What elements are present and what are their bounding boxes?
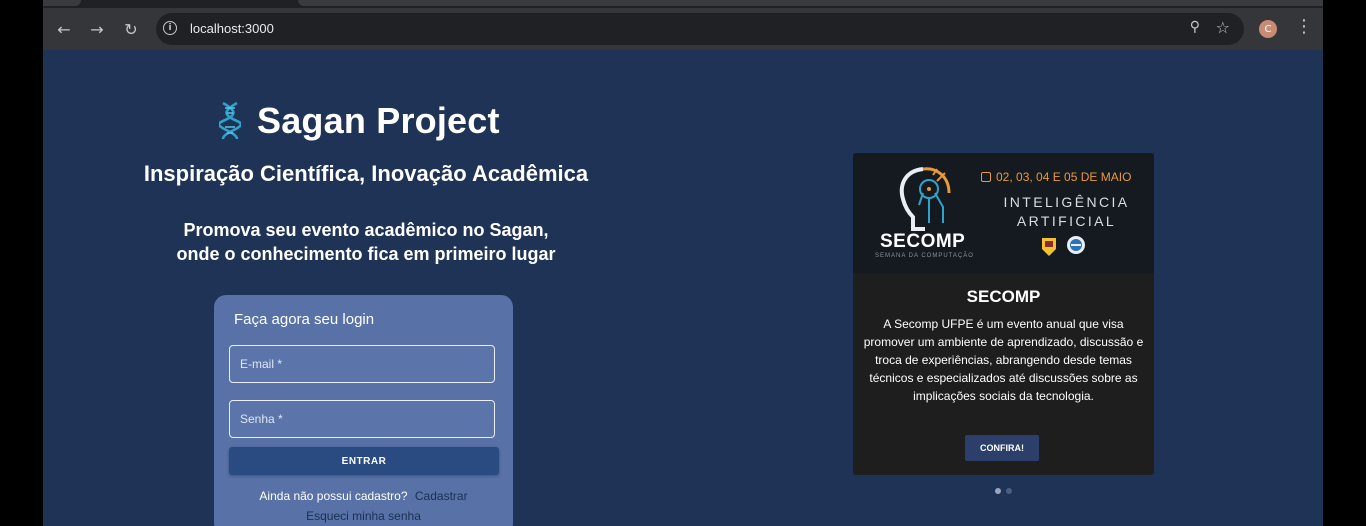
brand: Sagan Project: [219, 100, 500, 142]
confira-button[interactable]: CONFIRA!: [965, 435, 1039, 461]
banner-date: 02, 03, 04 E 05 DE MAIO: [981, 170, 1131, 184]
reload-icon[interactable]: ↻: [119, 17, 143, 41]
profile-avatar[interactable]: C: [1259, 20, 1277, 38]
forgot-password-link[interactable]: Esqueci minha senha: [214, 509, 513, 523]
zoom-icon[interactable]: ⚲: [1190, 19, 1200, 35]
ai-head-icon: [899, 167, 951, 231]
carousel-dot-active[interactable]: [995, 488, 1001, 494]
promo-line: onde o conhecimento fica em primeiro lug…: [176, 244, 556, 264]
university-seal-icon: [1042, 238, 1056, 256]
carousel-dot[interactable]: [1006, 488, 1012, 494]
org-badge-icon: [1067, 236, 1085, 254]
calendar-icon: [981, 172, 991, 182]
browser-window: ← → ↻ i localhost:3000 ⚲ ☆ C ⋮ Sagan Pro…: [43, 0, 1323, 526]
address-bar[interactable]: i localhost:3000 ⚲ ☆: [156, 13, 1244, 45]
banner-theme-line: INTELIGÊNCIA: [1003, 194, 1130, 210]
tab-edge: [43, 0, 81, 6]
tab-strip: [43, 0, 1323, 8]
tagline: Inspiração Científica, Inovação Acadêmic…: [143, 161, 589, 186]
login-title: Faça agora seu login: [234, 311, 375, 328]
bookmark-star-icon[interactable]: ☆: [1216, 18, 1230, 37]
url-text[interactable]: localhost:3000: [190, 21, 274, 36]
email-field[interactable]: [229, 345, 495, 383]
banner-subtitle: SEMANA DA COMPUTAÇÃO: [875, 253, 974, 259]
login-button[interactable]: ENTRAR: [229, 447, 499, 475]
signup-prompt: Ainda não possui cadastro?: [259, 489, 408, 503]
signup-link[interactable]: Cadastrar: [415, 489, 468, 503]
menu-dots-icon[interactable]: ⋮: [1295, 18, 1313, 36]
login-card: Faça agora seu login ENTRAR Ainda não po…: [214, 295, 513, 526]
banner-theme-line: ARTIFICIAL: [1016, 213, 1117, 229]
banner-theme: INTELIGÊNCIA ARTIFICIAL: [999, 193, 1134, 231]
back-arrow-icon[interactable]: ←: [52, 17, 76, 41]
dna-icon: [219, 101, 241, 140]
tab-edge: [298, 0, 1323, 6]
banner-brand: SECOMP: [880, 231, 966, 252]
password-field[interactable]: [229, 400, 495, 438]
brand-title: Sagan Project: [257, 100, 500, 141]
event-title: SECOMP: [966, 287, 1041, 306]
event-card: 02, 03, 04 E 05 DE MAIO INTELIGÊNCIA ART…: [853, 153, 1154, 475]
event-description: A Secomp UFPE é um evento anual que visa…: [863, 317, 1144, 403]
event-banner[interactable]: 02, 03, 04 E 05 DE MAIO INTELIGÊNCIA ART…: [853, 153, 1154, 273]
signup-prompt-line: Ainda não possui cadastro? Cadastrar: [214, 489, 513, 503]
banner-date-text: 02, 03, 04 E 05 DE MAIO: [996, 170, 1132, 184]
promo-line: Promova seu evento acadêmico no Sagan,: [183, 220, 549, 240]
forward-arrow-icon[interactable]: →: [85, 17, 109, 41]
browser-toolbar: ← → ↻ i localhost:3000 ⚲ ☆ C ⋮: [43, 8, 1323, 50]
promo-text: Promova seu evento acadêmico no Sagan, o…: [43, 218, 689, 266]
site-info-icon[interactable]: i: [163, 21, 177, 35]
